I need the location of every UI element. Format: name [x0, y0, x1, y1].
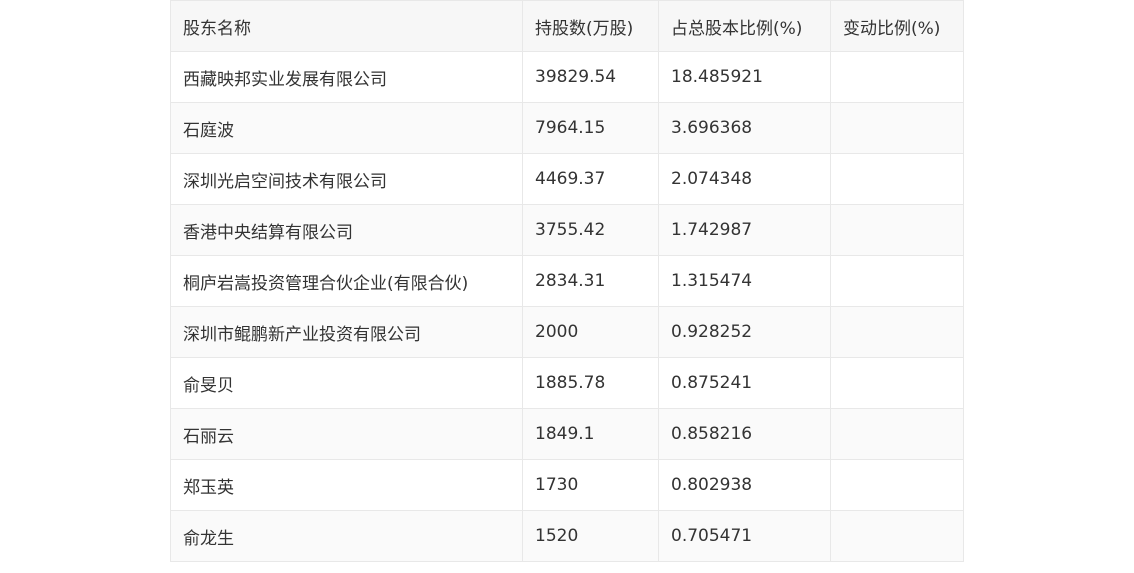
cell-shares-held: 1520	[522, 510, 659, 562]
cell-share-ratio: 0.802938	[658, 459, 831, 511]
table-row: 石庭波 7964.15 3.696368	[170, 102, 964, 154]
cell-share-ratio: 0.875241	[658, 357, 831, 409]
cell-change-ratio	[830, 510, 964, 562]
cell-shareholder-name: 石庭波	[170, 102, 523, 154]
cell-shares-held: 1885.78	[522, 357, 659, 409]
cell-shareholder-name: 深圳市鲲鹏新产业投资有限公司	[170, 306, 523, 358]
cell-shares-held: 7964.15	[522, 102, 659, 154]
table-row: 深圳光启空间技术有限公司 4469.37 2.074348	[170, 153, 964, 205]
cell-shareholder-name: 郑玉英	[170, 459, 523, 511]
cell-share-ratio: 0.928252	[658, 306, 831, 358]
cell-shares-held: 1849.1	[522, 408, 659, 460]
cell-change-ratio	[830, 102, 964, 154]
cell-shareholder-name: 桐庐岩嵩投资管理合伙企业(有限合伙)	[170, 255, 523, 307]
table-header-row: 股东名称 持股数(万股) 占总股本比例(%) 变动比例(%)	[170, 0, 964, 52]
table-row: 香港中央结算有限公司 3755.42 1.742987	[170, 204, 964, 256]
shareholder-table: 股东名称 持股数(万股) 占总股本比例(%) 变动比例(%) 西藏映邦实业发展有…	[170, 0, 964, 562]
cell-change-ratio	[830, 204, 964, 256]
table-row: 西藏映邦实业发展有限公司 39829.54 18.485921	[170, 51, 964, 103]
table-row: 深圳市鲲鹏新产业投资有限公司 2000 0.928252	[170, 306, 964, 358]
cell-share-ratio: 0.705471	[658, 510, 831, 562]
cell-shareholder-name: 西藏映邦实业发展有限公司	[170, 51, 523, 103]
header-shareholder-name: 股东名称	[170, 0, 523, 52]
table-row: 桐庐岩嵩投资管理合伙企业(有限合伙) 2834.31 1.315474	[170, 255, 964, 307]
shareholder-table-container: 股东名称 持股数(万股) 占总股本比例(%) 变动比例(%) 西藏映邦实业发展有…	[170, 0, 964, 562]
table-row: 俞旻贝 1885.78 0.875241	[170, 357, 964, 409]
table-row: 石丽云 1849.1 0.858216	[170, 408, 964, 460]
cell-change-ratio	[830, 408, 964, 460]
table-row: 俞龙生 1520 0.705471	[170, 510, 964, 562]
cell-shares-held: 1730	[522, 459, 659, 511]
cell-shares-held: 2000	[522, 306, 659, 358]
cell-shareholder-name: 深圳光启空间技术有限公司	[170, 153, 523, 205]
cell-shareholder-name: 俞龙生	[170, 510, 523, 562]
cell-shares-held: 2834.31	[522, 255, 659, 307]
header-share-ratio: 占总股本比例(%)	[658, 0, 831, 52]
cell-shareholder-name: 香港中央结算有限公司	[170, 204, 523, 256]
cell-share-ratio: 18.485921	[658, 51, 831, 103]
cell-change-ratio	[830, 357, 964, 409]
cell-change-ratio	[830, 306, 964, 358]
cell-shareholder-name: 石丽云	[170, 408, 523, 460]
cell-change-ratio	[830, 51, 964, 103]
cell-share-ratio: 0.858216	[658, 408, 831, 460]
cell-share-ratio: 3.696368	[658, 102, 831, 154]
cell-change-ratio	[830, 459, 964, 511]
header-shares-held: 持股数(万股)	[522, 0, 659, 52]
cell-share-ratio: 1.315474	[658, 255, 831, 307]
table-row: 郑玉英 1730 0.802938	[170, 459, 964, 511]
cell-share-ratio: 2.074348	[658, 153, 831, 205]
cell-shareholder-name: 俞旻贝	[170, 357, 523, 409]
cell-shares-held: 4469.37	[522, 153, 659, 205]
cell-change-ratio	[830, 153, 964, 205]
cell-shares-held: 3755.42	[522, 204, 659, 256]
cell-share-ratio: 1.742987	[658, 204, 831, 256]
header-change-ratio: 变动比例(%)	[830, 0, 964, 52]
cell-shares-held: 39829.54	[522, 51, 659, 103]
cell-change-ratio	[830, 255, 964, 307]
